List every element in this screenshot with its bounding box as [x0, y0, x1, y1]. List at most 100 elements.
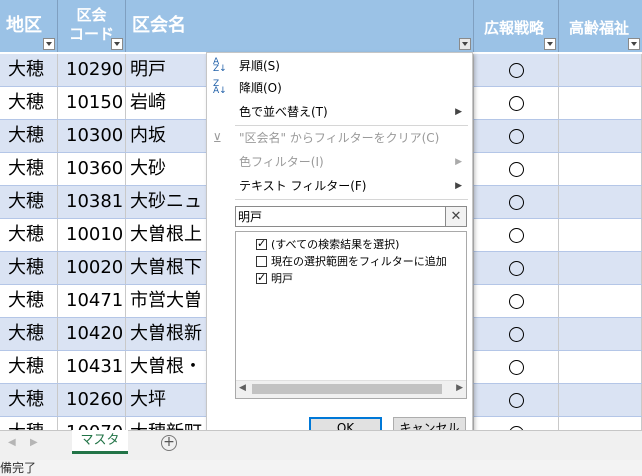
cell-elder[interactable]: [559, 252, 642, 284]
header-elder-label: 高齢福祉: [569, 19, 630, 37]
text-filter-item[interactable]: テキスト フィルター(F) ▶: [207, 175, 472, 197]
cell-code[interactable]: 10150: [58, 87, 126, 119]
filter-list-label: (すべての検索結果を選択): [271, 238, 400, 251]
sort-by-color-item[interactable]: 色で並べ替え(T) ▶: [207, 101, 472, 123]
cell-district[interactable]: 大穂: [0, 252, 58, 284]
cell-elder[interactable]: [559, 153, 642, 185]
cell-district[interactable]: 大穂: [0, 153, 58, 185]
header-pr-label: 広報戦略: [484, 19, 545, 37]
cell-pr[interactable]: [474, 54, 559, 86]
cell-district[interactable]: 大穂: [0, 384, 58, 416]
cell-pr[interactable]: [474, 318, 559, 350]
cell-district[interactable]: 大穂: [0, 120, 58, 152]
add-sheet-icon[interactable]: +: [161, 435, 177, 451]
cell-code[interactable]: 10020: [58, 252, 126, 284]
cell-pr[interactable]: [474, 384, 559, 416]
filter-list-label: 現在の選択範囲をフィルターに追加: [271, 255, 447, 268]
cell-code[interactable]: 10360: [58, 153, 126, 185]
prev-sheet-icon[interactable]: ◀: [8, 437, 16, 448]
filter-search-box: ✕: [235, 206, 467, 227]
cell-code[interactable]: 10070: [58, 417, 126, 430]
status-text: 準備完了: [0, 461, 37, 475]
cell-code[interactable]: 10381: [58, 186, 126, 218]
submenu-arrow-icon: ▶: [455, 181, 462, 191]
cell-district[interactable]: 大穂: [0, 219, 58, 251]
checkbox-checked-icon[interactable]: [256, 237, 267, 250]
cell-pr[interactable]: [474, 87, 559, 119]
scroll-right-icon[interactable]: ▶: [456, 383, 463, 393]
cell-pr[interactable]: [474, 417, 559, 430]
clear-filter-item[interactable]: ⊻ "区会名" からフィルターをクリア(C): [207, 127, 472, 149]
cell-code[interactable]: 10290: [58, 54, 126, 86]
cell-pr[interactable]: [474, 351, 559, 383]
cell-code[interactable]: 10300: [58, 120, 126, 152]
scroll-left-icon[interactable]: ◀: [239, 383, 246, 393]
cell-elder[interactable]: [559, 54, 642, 86]
filter-dropdown-icon[interactable]: [459, 38, 471, 50]
cell-district[interactable]: 大穂: [0, 54, 58, 86]
cell-elder[interactable]: [559, 186, 642, 218]
cell-elder[interactable]: [559, 120, 642, 152]
header-district[interactable]: 地区: [0, 0, 58, 52]
cell-district[interactable]: 大穂: [0, 417, 58, 430]
cell-district[interactable]: 大穂: [0, 351, 58, 383]
cell-code[interactable]: 10420: [58, 318, 126, 350]
filter-search-input[interactable]: [238, 208, 443, 225]
circle-mark-icon: [508, 96, 524, 111]
circle-mark-icon: [508, 294, 524, 309]
circle-mark-icon: [508, 327, 524, 342]
cell-pr[interactable]: [474, 153, 559, 185]
sheet-tab-active[interactable]: マスタ: [72, 430, 128, 454]
filter-dropdown-icon[interactable]: [628, 38, 640, 50]
sort-az-icon: A Z↓: [213, 57, 227, 74]
filter-dropdown-icon[interactable]: [111, 38, 123, 50]
text-filter-label: テキスト フィルター(F): [239, 179, 367, 193]
cell-code[interactable]: 10260: [58, 384, 126, 416]
cell-pr[interactable]: [474, 186, 559, 218]
checkbox-checked-icon[interactable]: [256, 271, 267, 284]
cell-district[interactable]: 大穂: [0, 87, 58, 119]
cell-elder[interactable]: [559, 87, 642, 119]
cell-district[interactable]: 大穂: [0, 285, 58, 317]
cell-elder[interactable]: [559, 417, 642, 430]
header-code[interactable]: 区会 コード: [58, 0, 126, 52]
cell-elder[interactable]: [559, 384, 642, 416]
filter-dropdown-icon[interactable]: [544, 38, 556, 50]
next-sheet-icon[interactable]: ▶: [30, 437, 38, 448]
sort-ascending-label: 昇順(S): [239, 59, 280, 73]
clear-filter-icon: ⊻: [213, 131, 222, 145]
cell-pr[interactable]: [474, 219, 559, 251]
clear-search-icon[interactable]: ✕: [445, 207, 466, 226]
filter-value-list: (すべての検索結果を選択) 現在の選択範囲をフィルターに追加明戸 ◀ ▶: [235, 231, 467, 399]
submenu-arrow-icon: ▶: [455, 157, 462, 167]
sheet-tab-bar: ◀ ▶ マスタ +: [0, 430, 642, 461]
cell-elder[interactable]: [559, 351, 642, 383]
scrollbar-thumb[interactable]: [252, 384, 442, 394]
cell-elder[interactable]: [559, 285, 642, 317]
cell-code[interactable]: 10010: [58, 219, 126, 251]
filter-menu: A Z↓ 昇順(S) Z A↓ 降順(O) 色で並べ替え(T) ▶ ⊻ "区会名" …: [206, 52, 473, 458]
submenu-arrow-icon: ▶: [455, 107, 462, 117]
cell-code[interactable]: 10431: [58, 351, 126, 383]
filter-dropdown-icon[interactable]: [43, 38, 55, 50]
cell-elder[interactable]: [559, 318, 642, 350]
cell-elder[interactable]: [559, 219, 642, 251]
header-name[interactable]: 区会名: [126, 0, 474, 52]
circle-mark-icon: [508, 360, 524, 375]
header-pr[interactable]: 広報戦略: [474, 0, 559, 52]
color-filter-item[interactable]: 色フィルター(I) ▶: [207, 151, 472, 173]
cell-code[interactable]: 10471: [58, 285, 126, 317]
header-elder[interactable]: 高齢福祉: [559, 0, 642, 52]
cell-district[interactable]: 大穂: [0, 186, 58, 218]
sort-descending-label: 降順(O): [239, 81, 282, 95]
cell-pr[interactable]: [474, 252, 559, 284]
sort-by-color-label: 色で並べ替え(T): [239, 105, 328, 119]
color-filter-label: 色フィルター(I): [239, 155, 324, 169]
sort-descending-item[interactable]: Z A↓ 降順(O): [207, 77, 472, 99]
sort-ascending-item[interactable]: A Z↓ 昇順(S): [207, 55, 472, 77]
cell-pr[interactable]: [474, 285, 559, 317]
cell-district[interactable]: 大穂: [0, 318, 58, 350]
checkbox-empty-icon[interactable]: [256, 256, 267, 267]
horizontal-scrollbar[interactable]: ◀ ▶: [236, 380, 466, 398]
cell-pr[interactable]: [474, 120, 559, 152]
